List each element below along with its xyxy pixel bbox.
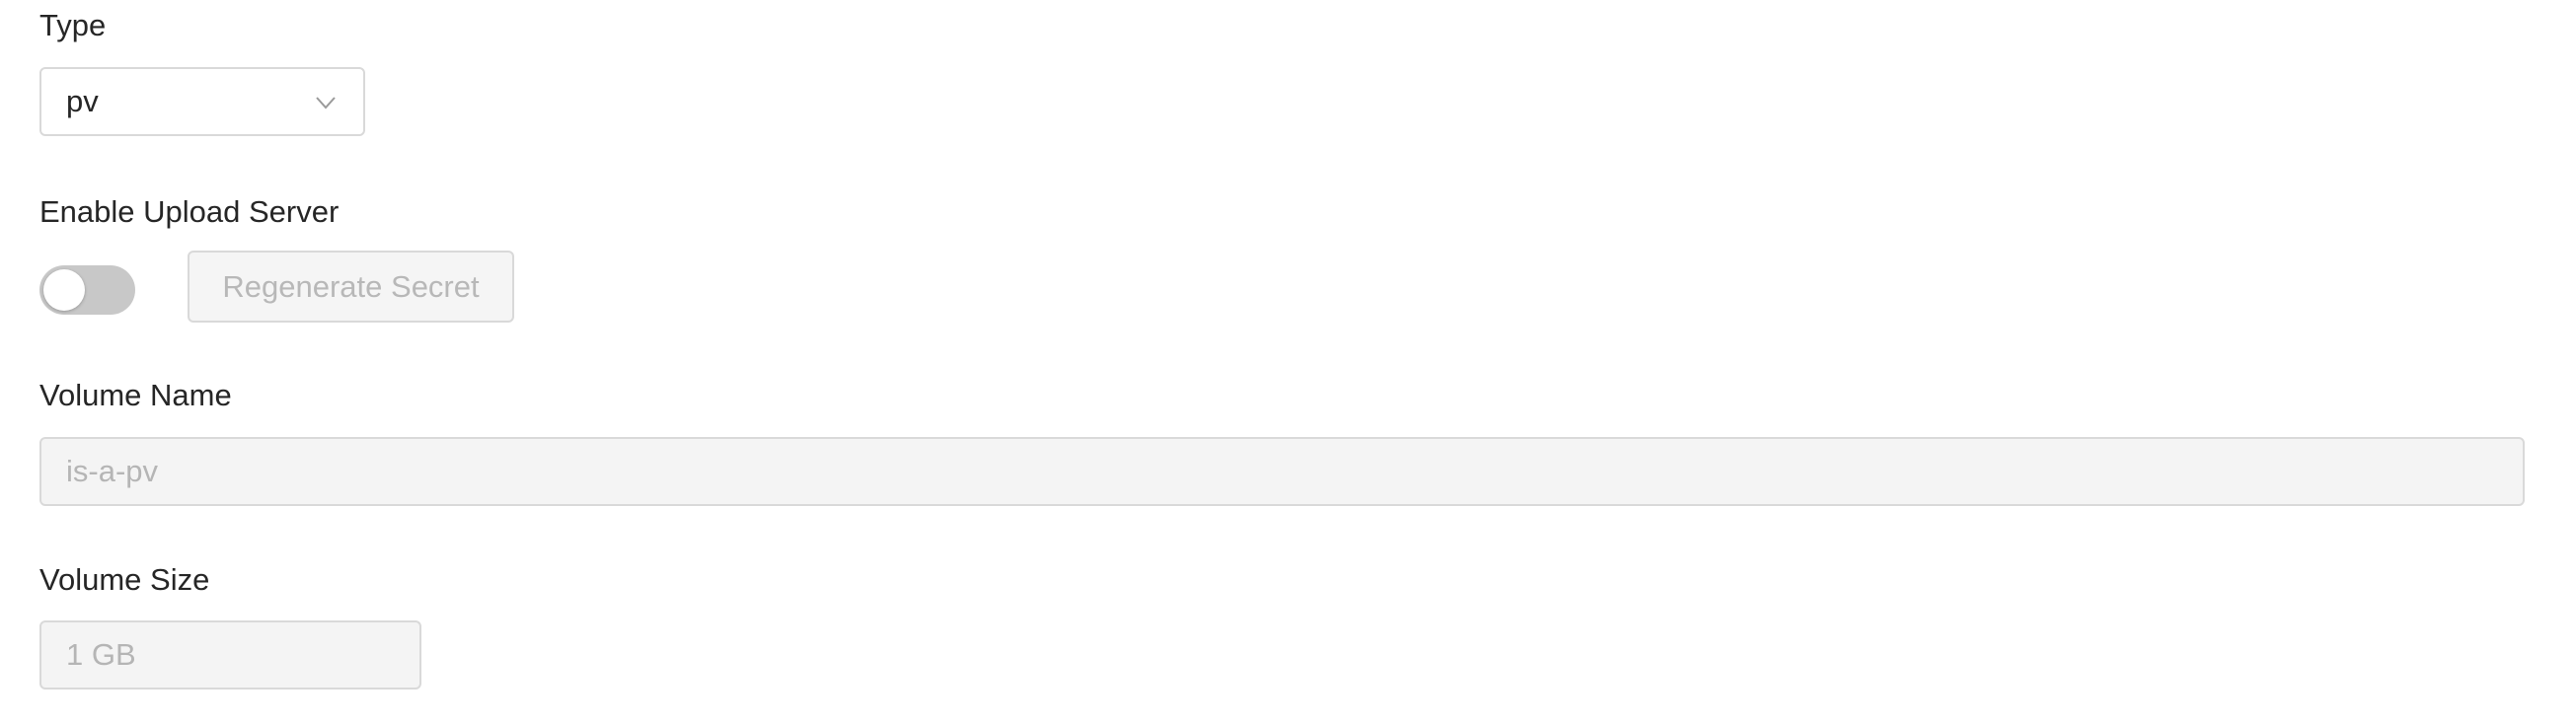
type-label: Type	[39, 8, 107, 42]
regenerate-secret-button[interactable]: Regenerate Secret	[188, 251, 514, 323]
volume-size-label: Volume Size	[39, 562, 210, 597]
volume-name-placeholder: is-a-pv	[66, 454, 159, 488]
volume-name-input[interactable]: is-a-pv	[39, 437, 2525, 506]
volume-name-label: Volume Name	[39, 378, 232, 412]
enable-upload-server-toggle[interactable]	[39, 265, 135, 315]
type-select[interactable]: pv	[39, 67, 365, 136]
chevron-down-icon	[316, 97, 336, 109]
volume-size-input[interactable]: 1 GB	[39, 620, 421, 690]
volume-size-placeholder: 1 GB	[66, 637, 136, 672]
toggle-knob	[43, 269, 85, 311]
enable-upload-server-label: Enable Upload Server	[39, 194, 340, 229]
type-select-value: pv	[66, 84, 99, 118]
